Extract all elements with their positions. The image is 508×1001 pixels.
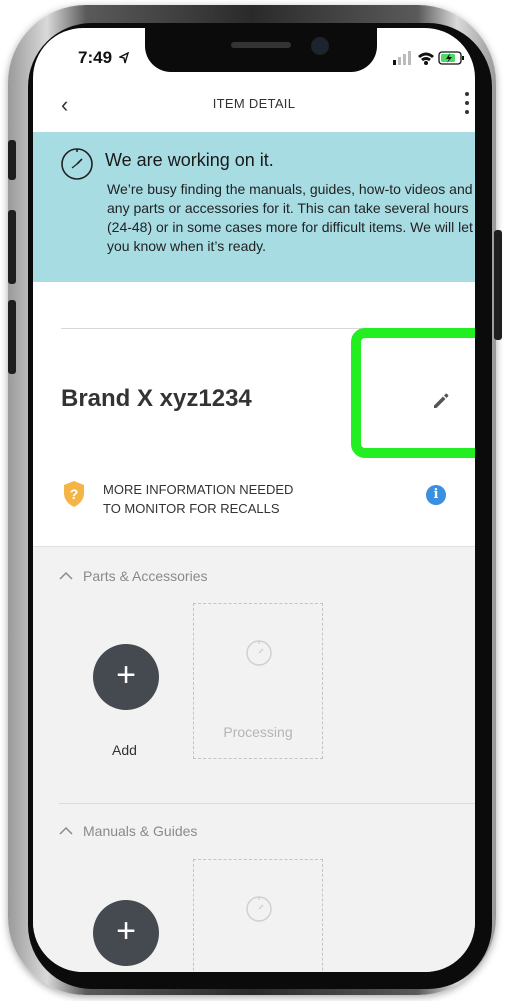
speaker-grille: [231, 42, 291, 48]
volume-down-button: [8, 300, 16, 374]
banner-text: We’re busy finding the manuals, guides, …: [107, 181, 473, 254]
parts-section-header[interactable]: Parts & Accessories: [59, 568, 208, 584]
status-bar: 7:49: [33, 28, 475, 88]
clock-icon: [246, 896, 272, 922]
nav-header: ‹ ITEM DETAIL: [33, 88, 475, 132]
location-arrow-icon: [119, 52, 129, 64]
app-screen: 7:49 ‹ ITEM DETAIL We are working on it.…: [33, 28, 475, 972]
manuals-section-header[interactable]: Manuals & Guides: [59, 823, 197, 839]
mute-switch: [8, 140, 16, 180]
parts-section-title: Parts & Accessories: [83, 568, 208, 584]
banner-title: We are working on it.: [105, 150, 274, 170]
clock-icon: [61, 148, 93, 180]
recall-line-2: TO MONITOR FOR RECALLS: [103, 501, 280, 516]
clock-icon: [246, 640, 272, 666]
processing-card: Processing: [193, 603, 323, 759]
add-part-button[interactable]: +: [93, 644, 159, 710]
item-name: Brand X xyz1234: [61, 385, 252, 412]
status-banner: We are working on it. We’re busy finding…: [33, 132, 475, 282]
power-button: [494, 230, 502, 340]
notch: [145, 28, 377, 72]
recall-message: MORE INFORMATION NEEDED TO MONITOR FOR R…: [103, 480, 293, 518]
chevron-up-icon: [59, 568, 73, 584]
manuals-section-title: Manuals & Guides: [83, 823, 198, 839]
volume-up-button: [8, 210, 16, 284]
section-divider: [59, 803, 475, 804]
add-manual-button[interactable]: +: [93, 900, 159, 966]
battery-icon: [438, 51, 464, 65]
processing-label: Processing: [223, 724, 293, 740]
info-icon[interactable]: i: [426, 485, 446, 505]
status-time: 7:49: [78, 48, 113, 67]
shield-question-icon: ?: [64, 481, 84, 507]
recall-line-1: MORE INFORMATION NEEDED: [103, 482, 294, 497]
content-sections: Parts & Accessories + Add Processing Man…: [33, 546, 475, 972]
cellular-signal-icon: [393, 51, 411, 65]
highlight-box: [351, 328, 475, 458]
status-icons: [393, 51, 464, 65]
add-part-label: Add: [112, 742, 137, 758]
manuals-placeholder-card: [193, 859, 323, 972]
page-title: ITEM DETAIL: [212, 96, 296, 111]
section-top-border: [33, 546, 475, 547]
chevron-up-icon: [59, 823, 73, 839]
wifi-icon: [418, 52, 434, 65]
front-camera: [311, 37, 329, 55]
svg-text:?: ?: [70, 486, 79, 502]
more-options-icon[interactable]: [465, 92, 469, 120]
